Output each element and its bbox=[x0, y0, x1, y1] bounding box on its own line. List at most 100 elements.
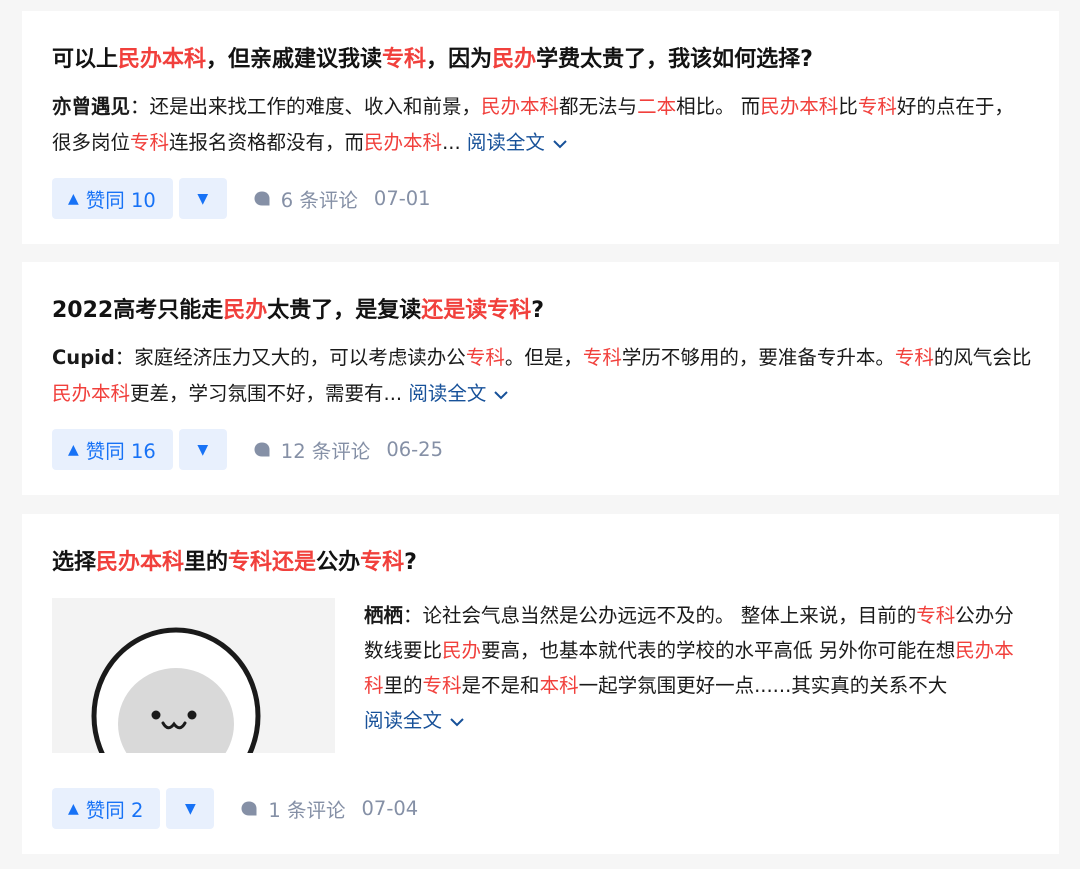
text-segment: 学历不够用的，要准备专升本。 bbox=[621, 346, 895, 369]
answer-excerpt[interactable]: Cupid：家庭经济压力又大的，可以考虑读办公专科。但是，专科学历不够用的，要准… bbox=[52, 340, 1032, 412]
text-segment: ：论社会气息当然是公办远远不及的。 整体上来说，目前的 bbox=[403, 604, 917, 627]
author-name[interactable]: 亦曾遇见 bbox=[52, 95, 130, 118]
keyword-highlight: 二本 bbox=[637, 95, 677, 118]
author-name[interactable]: Cupid bbox=[52, 346, 115, 369]
text-segment: 都无法与 bbox=[559, 95, 638, 118]
text-segment: 的风气会比 bbox=[933, 346, 1032, 369]
text-segment: 相比。 而 bbox=[676, 95, 761, 118]
read-more-link[interactable]: 阅读全文 bbox=[408, 382, 510, 405]
text-segment: ，但亲戚建议我读 bbox=[206, 47, 383, 72]
text-segment: 太贵了，是复读 bbox=[267, 298, 422, 323]
answer-excerpt[interactable]: 亦曾遇见：还是出来找工作的难度、收入和前景，民办本科都无法与二本相比。 而民办本… bbox=[52, 89, 1032, 161]
post-date: 07-01 bbox=[373, 187, 431, 210]
question-title[interactable]: 可以上民办本科，但亲戚建议我读专科，因为民办学费太贵了，我该如何选择? bbox=[52, 45, 813, 75]
read-more-link[interactable]: 阅读全文 bbox=[467, 131, 569, 154]
text-segment: 是不是和 bbox=[461, 674, 540, 697]
cartoon-face-image bbox=[52, 598, 335, 753]
answer-card: 2022高考只能走民办太贵了，是复读还是读专科? Cupid：家庭经济压力又大的… bbox=[22, 262, 1059, 495]
post-date: 06-25 bbox=[386, 438, 443, 461]
keyword-highlight: 民办 bbox=[223, 298, 268, 323]
text-segment: 。但是， bbox=[504, 346, 583, 369]
keyword-highlight: 专科 bbox=[916, 604, 956, 627]
text-segment: 要高，也基本就代表的学校的水平高低 另外你可能在想 bbox=[481, 639, 956, 662]
question-title[interactable]: 2022高考只能走民办太贵了，是复读还是读专科? bbox=[52, 296, 544, 326]
action-bar: ▲ 赞同 2 ▼ 1 条评论 07-04 bbox=[52, 788, 418, 829]
triangle-up-icon: ▲ bbox=[68, 800, 79, 817]
keyword-highlight: 专科 bbox=[857, 95, 897, 118]
upvote-button[interactable]: ▲ 赞同 16 bbox=[52, 429, 173, 470]
keyword-highlight: 民办 bbox=[442, 639, 482, 662]
comments-button[interactable]: 1 条评论 bbox=[240, 794, 346, 823]
triangle-up-icon: ▲ bbox=[68, 190, 79, 207]
keyword-highlight: 专科 bbox=[465, 346, 505, 369]
triangle-down-icon: ▼ bbox=[197, 441, 209, 458]
comment-icon bbox=[254, 191, 270, 205]
keyword-highlight: 专科 bbox=[894, 346, 934, 369]
text-segment: 选择 bbox=[52, 550, 97, 575]
chevron-down-icon bbox=[450, 717, 464, 726]
keyword-highlight: 专科 bbox=[382, 47, 427, 72]
downvote-button[interactable]: ▼ bbox=[166, 788, 215, 829]
keyword-highlight: 专科 bbox=[582, 346, 622, 369]
action-bar: ▲ 赞同 16 ▼ 12 条评论 06-25 bbox=[52, 429, 443, 470]
text-segment: ? bbox=[531, 298, 545, 323]
text-segment: 2022高考只能走 bbox=[52, 298, 224, 323]
text-segment: ：还是出来找工作的难度、收入和前景， bbox=[130, 95, 482, 118]
comment-count: 1 条评论 bbox=[268, 799, 346, 822]
downvote-button[interactable]: ▼ bbox=[178, 429, 227, 470]
triangle-up-icon: ▲ bbox=[68, 441, 79, 458]
answer-card: 可以上民办本科，但亲戚建议我读专科，因为民办学费太贵了，我该如何选择? 亦曾遇见… bbox=[22, 11, 1059, 244]
keyword-highlight: 民办本科 bbox=[481, 95, 560, 118]
keyword-highlight: 民办本科 bbox=[96, 550, 185, 575]
comments-button[interactable]: 12 条评论 bbox=[253, 435, 371, 464]
keyword-highlight: 专科 bbox=[360, 550, 405, 575]
comment-icon bbox=[241, 801, 257, 815]
comment-count: 6 条评论 bbox=[280, 189, 358, 212]
comment-count: 12 条评论 bbox=[280, 440, 371, 463]
keyword-highlight: 民办 bbox=[492, 47, 537, 72]
excerpt-text: ：论社会气息当然是公办远远不及的。 整体上来说，目前的专科公办分数线要比民办要高… bbox=[364, 604, 1014, 697]
text-segment: 连报名资格都没有，而 bbox=[169, 131, 365, 154]
keyword-highlight: 专科 bbox=[130, 131, 170, 154]
text-segment: ，因为 bbox=[426, 47, 493, 72]
keyword-highlight: 还是读专科 bbox=[421, 298, 532, 323]
text-segment: 学费太贵了，我该如何选择? bbox=[536, 47, 813, 72]
comments-button[interactable]: 6 条评论 bbox=[253, 184, 358, 213]
keyword-highlight: 民办本科 bbox=[364, 131, 443, 154]
triangle-down-icon: ▼ bbox=[197, 190, 209, 207]
post-date: 07-04 bbox=[361, 797, 419, 820]
answer-card: 选择民办本科里的专科还是公办专科? 栖栖：论社会气息当然是公办远远不及的。 整体… bbox=[22, 514, 1059, 854]
text-segment: 一起学氛围更好一点......其实真的关系不大 bbox=[578, 674, 948, 697]
text-segment: ：家庭经济压力又大的，可以考虑读办公 bbox=[114, 346, 466, 369]
keyword-highlight: 民办本科 bbox=[52, 382, 131, 405]
chevron-down-icon bbox=[553, 139, 567, 148]
keyword-highlight: 专科还是 bbox=[228, 550, 317, 575]
action-bar: ▲ 赞同 10 ▼ 6 条评论 07-01 bbox=[52, 178, 431, 219]
chevron-down-icon bbox=[494, 390, 509, 399]
text-segment: 比 bbox=[838, 95, 858, 118]
answer-excerpt[interactable]: 栖栖：论社会气息当然是公办远远不及的。 整体上来说，目前的专科公办分数线要比民办… bbox=[364, 598, 1029, 738]
text-segment: ? bbox=[404, 550, 417, 575]
upvote-label: 赞同 16 bbox=[85, 440, 156, 463]
keyword-highlight: 民办本科 bbox=[760, 95, 839, 118]
downvote-button[interactable]: ▼ bbox=[178, 178, 227, 219]
read-more-link[interactable]: 阅读全文 bbox=[364, 709, 466, 732]
text-segment: 可以上 bbox=[52, 47, 119, 72]
keyword-highlight: 民办本科 bbox=[118, 47, 207, 72]
answer-thumbnail[interactable] bbox=[52, 598, 335, 753]
upvote-button[interactable]: ▲ 赞同 2 bbox=[52, 788, 161, 829]
upvote-label: 赞同 10 bbox=[85, 189, 156, 212]
upvote-label: 赞同 2 bbox=[85, 799, 144, 822]
text-segment: 更差，学习氛围不好，需要有... bbox=[130, 382, 403, 405]
text-segment: 里的 bbox=[184, 550, 229, 575]
question-title[interactable]: 选择民办本科里的专科还是公办专科? bbox=[52, 548, 417, 578]
keyword-highlight: 本科 bbox=[539, 674, 579, 697]
keyword-highlight: 专科 bbox=[422, 674, 462, 697]
text-segment: 公办 bbox=[316, 550, 361, 575]
comment-icon bbox=[254, 442, 270, 456]
text-segment: ... bbox=[442, 131, 461, 154]
author-name[interactable]: 栖栖 bbox=[364, 604, 403, 627]
excerpt-text: ：家庭经济压力又大的，可以考虑读办公专科。但是，专科学历不够用的，要准备专升本。… bbox=[52, 346, 1031, 405]
upvote-button[interactable]: ▲ 赞同 10 bbox=[52, 178, 173, 219]
triangle-down-icon: ▼ bbox=[185, 800, 196, 817]
